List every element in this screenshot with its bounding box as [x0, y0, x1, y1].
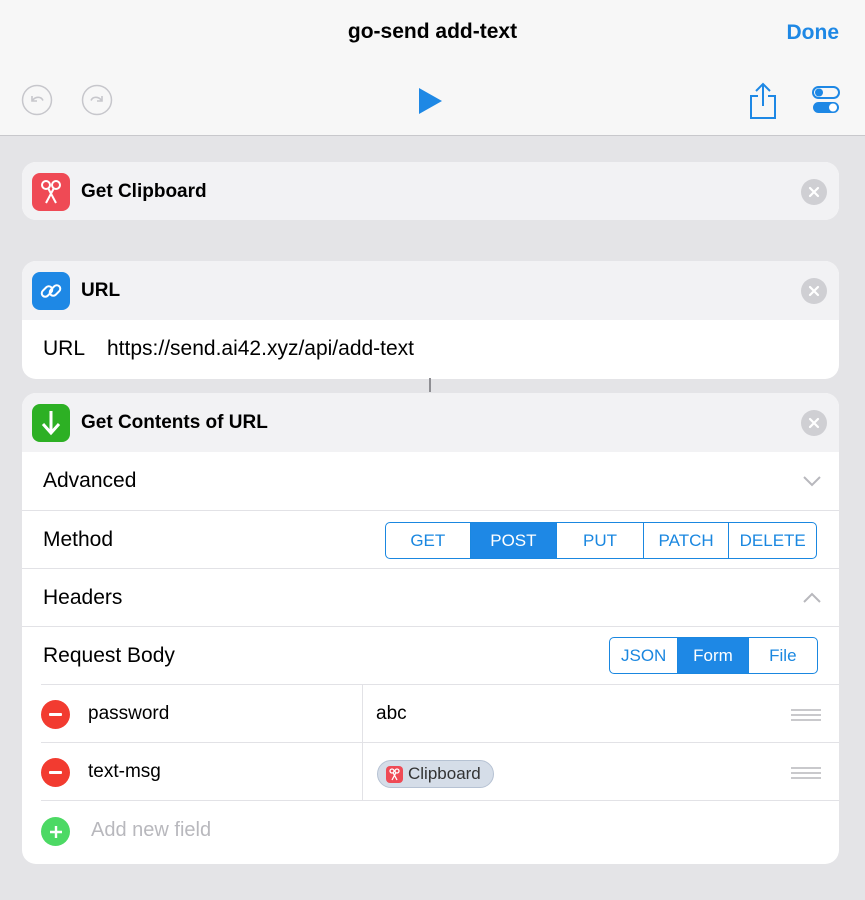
download-arrow-icon: [32, 404, 70, 442]
reorder-handle-icon[interactable]: [791, 709, 821, 724]
undo-icon[interactable]: [21, 84, 53, 121]
url-param-label: URL: [43, 337, 86, 360]
link-icon: [32, 272, 70, 310]
action-header: Get Clipboard: [22, 162, 839, 220]
method-segmented-control[interactable]: GET POST PUT PATCH DELETE: [385, 522, 817, 559]
request-body-row: Request Body JSON Form File: [22, 626, 839, 684]
remove-field-button[interactable]: [41, 700, 70, 729]
body-type-segmented-control[interactable]: JSON Form File: [609, 637, 818, 674]
share-icon[interactable]: [748, 82, 778, 125]
remove-action-button[interactable]: [801, 278, 827, 304]
action-header: Get Contents of URL: [22, 393, 839, 452]
action-header: URL: [22, 261, 839, 320]
method-label: Method: [43, 527, 114, 551]
scissors-icon: [32, 173, 70, 211]
navigation-bar: go-send add-text Done: [0, 0, 865, 136]
chevron-up-icon: [802, 591, 822, 609]
toggle-settings-icon[interactable]: [810, 84, 842, 121]
form-field-row[interactable]: text-msg Clipboard: [41, 742, 839, 801]
request-body-label: Request Body: [43, 643, 175, 667]
remove-action-button[interactable]: [801, 179, 827, 205]
headers-label: Headers: [43, 585, 123, 609]
body-option-file[interactable]: File: [747, 638, 817, 673]
action-title: Get Clipboard: [81, 181, 207, 202]
method-option-put[interactable]: PUT: [556, 523, 643, 558]
url-action[interactable]: URL URL https://send.ai42.xyz/api/add-te…: [22, 261, 839, 379]
method-option-patch[interactable]: PATCH: [642, 523, 729, 558]
form-field-row[interactable]: password abc: [41, 684, 839, 743]
method-option-get[interactable]: GET: [386, 523, 470, 558]
chevron-down-icon: [802, 474, 822, 492]
field-divider: [362, 685, 363, 743]
add-field-plus-icon[interactable]: [41, 817, 70, 846]
clipboard-variable-token[interactable]: Clipboard: [377, 760, 494, 788]
remove-action-button[interactable]: [801, 410, 827, 436]
method-option-delete[interactable]: DELETE: [728, 523, 816, 558]
field-key[interactable]: text-msg: [88, 761, 161, 783]
action-title: Get Contents of URL: [81, 412, 268, 433]
headers-row[interactable]: Headers: [22, 568, 839, 626]
remove-field-button[interactable]: [41, 758, 70, 787]
reorder-handle-icon[interactable]: [791, 767, 821, 782]
url-value[interactable]: https://send.ai42.xyz/api/add-text: [107, 337, 414, 361]
url-param-row[interactable]: URL https://send.ai42.xyz/api/add-text: [22, 320, 839, 379]
done-button[interactable]: Done: [787, 21, 840, 45]
add-new-field-label[interactable]: Add new field: [91, 819, 211, 842]
redo-icon[interactable]: [81, 84, 113, 121]
field-value[interactable]: abc: [376, 703, 407, 725]
action-title: URL: [81, 280, 121, 301]
method-option-post[interactable]: POST: [469, 523, 557, 558]
method-row: Method GET POST PUT PATCH DELETE: [22, 510, 839, 568]
add-field-row[interactable]: Add new field: [41, 800, 839, 858]
field-divider: [362, 743, 363, 801]
field-key[interactable]: password: [88, 703, 169, 725]
play-icon[interactable]: [416, 86, 444, 121]
advanced-row[interactable]: Advanced: [22, 452, 839, 510]
body-option-form[interactable]: Form: [677, 638, 748, 673]
advanced-label: Advanced: [43, 469, 137, 492]
body-option-json[interactable]: JSON: [610, 638, 677, 673]
scissors-icon: [386, 766, 403, 783]
token-label: Clipboard: [408, 764, 481, 783]
page-title: go-send add-text: [347, 20, 518, 43]
get-clipboard-action[interactable]: Get Clipboard: [22, 162, 839, 220]
get-contents-of-url-action[interactable]: Get Contents of URL Advanced Method GET …: [22, 393, 839, 864]
action-connector: [429, 378, 431, 392]
